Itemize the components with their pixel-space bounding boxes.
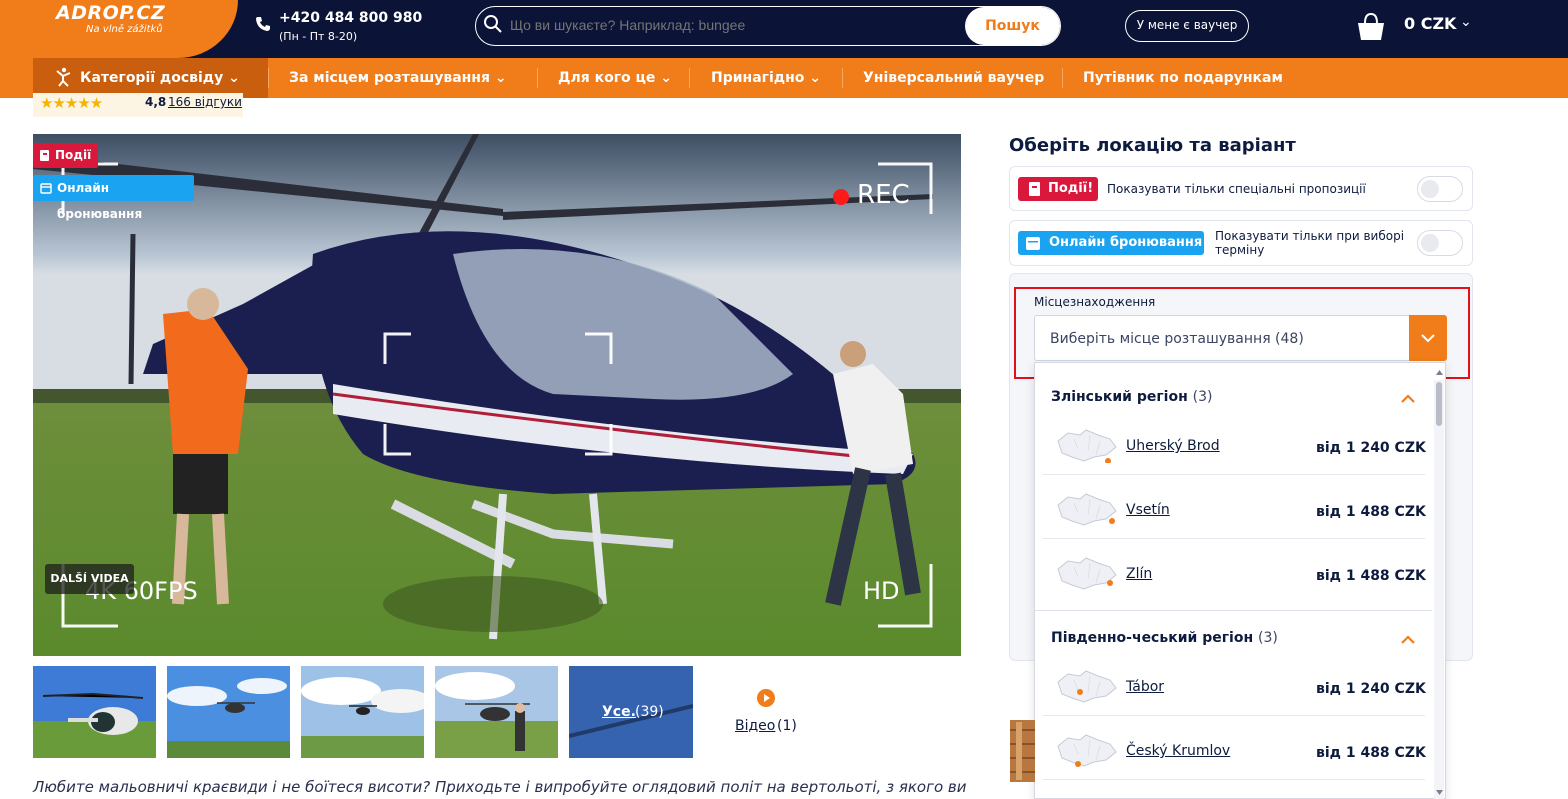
- panel-title: Оберіть локацію та варіант: [1009, 135, 1296, 156]
- region-count: (3): [1192, 389, 1213, 405]
- badge-label: Онлайн бронювання: [57, 181, 143, 221]
- chevron-down-icon: ⌄: [228, 70, 240, 86]
- nav-by-location[interactable]: За місцем розташування ⌄: [289, 58, 507, 98]
- chevron-down-icon: ⌄: [809, 70, 821, 86]
- phone-hours: (Пн - Пт 8-20): [279, 30, 358, 43]
- gallery-thumbnail[interactable]: [167, 666, 290, 758]
- location-name[interactable]: Vsetín: [1126, 502, 1170, 518]
- calendar-icon: [1026, 237, 1040, 250]
- location-name[interactable]: Tábor: [1126, 679, 1164, 695]
- hd-overlay: HD: [863, 577, 900, 605]
- chevron-down-icon[interactable]: ⌄: [1460, 14, 1472, 30]
- scroll-up-arrow-icon[interactable]: [1435, 368, 1444, 376]
- gallery-thumbnail[interactable]: [435, 666, 558, 758]
- have-voucher-button[interactable]: У мене є ваучер: [1125, 10, 1249, 42]
- region-header[interactable]: Південно-чеський регіон (3): [1051, 630, 1278, 646]
- online-booking-tag: Онлайн бронювання: [1018, 231, 1204, 255]
- nav-label: За місцем розташування: [289, 70, 490, 86]
- rating-stars: ★★★★★: [40, 94, 103, 112]
- tag-label: Події!: [1048, 181, 1094, 196]
- dropdown-scrollbar[interactable]: [1434, 380, 1444, 799]
- all-photos-label: Усе.: [602, 704, 636, 720]
- region-count: (3): [1258, 630, 1278, 646]
- location-price: від 1 488 CZK: [1316, 504, 1426, 520]
- gallery-all-photos[interactable]: Усе. (39): [568, 666, 694, 758]
- events-filter-text: Показувати тільки спеціальні пропозиції: [1107, 182, 1366, 196]
- online-booking-toggle[interactable]: [1417, 230, 1463, 256]
- gift-card-icon: [40, 150, 49, 161]
- online-booking-badge: Онлайн бронювання: [33, 175, 194, 221]
- location-name[interactable]: Uherský Brod: [1126, 438, 1220, 454]
- phone-number[interactable]: +420 484 800 980: [279, 10, 422, 26]
- nav-separator: [689, 68, 690, 88]
- video-link[interactable]: Відео: [735, 718, 775, 734]
- nav-occasion[interactable]: Принагідно ⌄: [711, 58, 821, 98]
- nav-separator: [1062, 68, 1063, 88]
- gallery-thumbnail[interactable]: [301, 666, 424, 758]
- chevron-up-icon[interactable]: [1399, 632, 1417, 646]
- all-photos-count: (39): [635, 704, 664, 720]
- nav-experience-categories[interactable]: Категорії досвіду ⌄: [80, 58, 240, 98]
- chevron-down-icon: ⌄: [494, 70, 507, 86]
- search-icon: [484, 15, 502, 33]
- location-price: від 1 488 CZK: [1316, 568, 1426, 584]
- reviews-link[interactable]: 166 відгуки: [168, 95, 242, 109]
- logo-text: ADROP.CZ: [56, 2, 166, 24]
- location-name[interactable]: Český Krumlov: [1126, 743, 1230, 759]
- nav-universal-voucher[interactable]: Універсальний ваучер: [863, 58, 1044, 98]
- region-divider: [1034, 610, 1432, 611]
- cart-icon[interactable]: [1354, 10, 1388, 44]
- gift-card-icon: [1029, 182, 1040, 196]
- location-price: від 1 240 CZK: [1316, 440, 1426, 456]
- nav-gift-guide[interactable]: Путівник по подарункам: [1083, 58, 1283, 98]
- region-name: Злінський регіон: [1051, 389, 1188, 405]
- nav-separator: [268, 68, 269, 88]
- region-name: Південно-чеський регіон: [1051, 630, 1254, 646]
- czech-map-icon: [1057, 734, 1117, 767]
- events-toggle[interactable]: [1417, 176, 1463, 202]
- gift-box-image: [1010, 720, 1035, 782]
- location-price: від 1 240 CZK: [1316, 681, 1426, 697]
- region-header[interactable]: Злінський регіон (3): [1051, 389, 1212, 405]
- chevron-up-icon[interactable]: [1399, 391, 1417, 405]
- czech-map-icon: [1057, 493, 1117, 526]
- badge-label: Події: [55, 148, 92, 162]
- logo[interactable]: ADROP.CZ Na vlně zážitků: [0, 0, 238, 58]
- toggle-knob: [1421, 180, 1439, 198]
- nav-for-whom[interactable]: Для кого це ⌄: [558, 58, 672, 98]
- czech-map-icon: [1057, 557, 1117, 590]
- search-input[interactable]: [510, 17, 950, 33]
- person-jump-icon: [56, 67, 71, 87]
- tag-label: Онлайн бронювання: [1049, 235, 1203, 250]
- calendar-icon: [40, 183, 52, 194]
- scroll-down-arrow-icon[interactable]: [1435, 789, 1444, 797]
- chevron-down-icon: ⌄: [660, 70, 672, 86]
- cart-total[interactable]: 0 CZK: [1404, 14, 1456, 33]
- location-name[interactable]: Zlín: [1126, 566, 1152, 582]
- product-description: Любите мальовничі краєвиди і не боїтеся …: [33, 778, 967, 796]
- gallery-thumbnail[interactable]: [33, 666, 156, 758]
- nav-separator: [842, 68, 843, 88]
- more-videos-button[interactable]: DALŠÍ VIDEA: [45, 564, 134, 594]
- location-price: від 1 488 CZK: [1316, 745, 1426, 761]
- rec-overlay: REC: [857, 180, 910, 210]
- scrollbar-thumb[interactable]: [1436, 382, 1442, 426]
- online-filter-text: Показувати тільки при виборі терміну: [1215, 229, 1405, 257]
- nav-label: Принагідно: [711, 70, 805, 86]
- nav-label: Категорії досвіду: [80, 70, 224, 86]
- nav-label: Для кого це: [558, 70, 656, 86]
- rating-value: 4,8: [145, 95, 167, 109]
- toggle-knob: [1421, 234, 1439, 252]
- czech-map-icon: [1057, 670, 1117, 703]
- nav-separator: [537, 68, 538, 88]
- phone-icon: [256, 17, 270, 31]
- video-count: (1): [777, 718, 797, 734]
- play-icon[interactable]: [757, 689, 775, 707]
- logo-tagline: Na vlně zážitků: [86, 24, 163, 35]
- czech-map-icon: [1057, 429, 1117, 463]
- search-button[interactable]: Пошук: [965, 7, 1060, 45]
